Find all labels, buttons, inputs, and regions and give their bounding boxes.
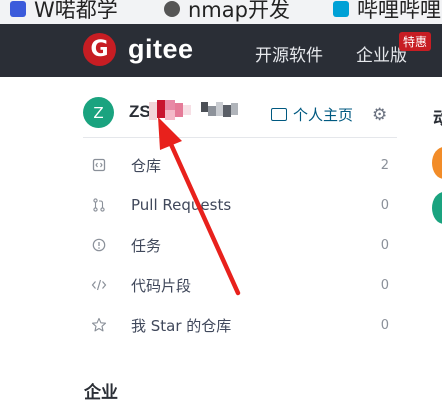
sidebar-item-count: 0 <box>380 197 389 213</box>
nav-open-source[interactable]: 开源软件 <box>255 41 323 66</box>
sidebar-item-repos[interactable]: 仓库 2 <box>90 152 390 178</box>
pull-request-icon <box>90 196 108 214</box>
star-icon <box>90 316 108 334</box>
hackmd-icon <box>10 1 26 17</box>
gitee-logo-text[interactable]: gitee <box>128 34 194 65</box>
sidebar-item-count: 2 <box>380 157 389 173</box>
repo-icon <box>90 156 108 174</box>
sidebar-item-issues[interactable]: 任务 0 <box>90 232 390 258</box>
right-column-avatar[interactable] <box>432 192 442 224</box>
issue-icon <box>90 236 108 254</box>
gear-icon[interactable]: ⚙ <box>372 105 387 125</box>
profile-header: Z ZS 个人主页 ⚙ <box>83 97 397 138</box>
sidebar-item-starred[interactable]: 我 Star 的仓库 0 <box>90 312 390 338</box>
username[interactable]: ZS <box>129 102 151 122</box>
avatar[interactable]: Z <box>83 97 114 128</box>
top-navigation-bar: G gitee 开源软件 企业版 特惠 <box>0 24 442 77</box>
sidebar-item-label: Pull Requests <box>131 196 232 214</box>
browser-tab[interactable]: nmap开发 <box>164 0 290 22</box>
sidebar-item-count: 0 <box>380 277 389 293</box>
personal-homepage-label: 个人主页 <box>293 106 354 124</box>
globe-icon <box>164 1 180 17</box>
code-snippet-icon <box>90 276 108 294</box>
browser-tab[interactable]: W喏都学 <box>10 0 118 22</box>
right-column-avatar[interactable] <box>432 147 442 179</box>
sidebar-item-label: 任务 <box>131 236 162 255</box>
gitee-logo-icon[interactable]: G <box>83 33 116 66</box>
browser-tab-strip: W喏都学 nmap开发 哔哩哔哩 <box>0 0 442 24</box>
personal-homepage-link[interactable]: 个人主页 <box>271 104 353 125</box>
sidebar-item-count: 0 <box>380 317 389 333</box>
id-card-icon <box>271 108 287 121</box>
sidebar-item-label: 代码片段 <box>131 276 192 295</box>
bilibili-icon <box>333 1 349 17</box>
sidebar-item-label: 我 Star 的仓库 <box>131 316 232 335</box>
sidebar-item-pull-requests[interactable]: Pull Requests 0 <box>90 192 390 218</box>
right-column-heading: 动 <box>433 109 442 129</box>
promo-badge: 特惠 <box>399 32 432 51</box>
sidebar-item-label: 仓库 <box>131 156 162 175</box>
sidebar-item-count: 0 <box>380 237 389 253</box>
username-prefix: ZS <box>129 102 151 121</box>
browser-tab-label: 哔哩哔哩 <box>357 0 441 22</box>
browser-tab-label: W喏都学 <box>34 0 118 22</box>
sidebar-item-snippets[interactable]: 代码片段 0 <box>90 272 390 298</box>
browser-tab[interactable]: 哔哩哔哩 <box>333 0 441 22</box>
browser-tab-label: nmap开发 <box>188 0 290 22</box>
enterprise-section-title: 企业 <box>84 383 118 403</box>
